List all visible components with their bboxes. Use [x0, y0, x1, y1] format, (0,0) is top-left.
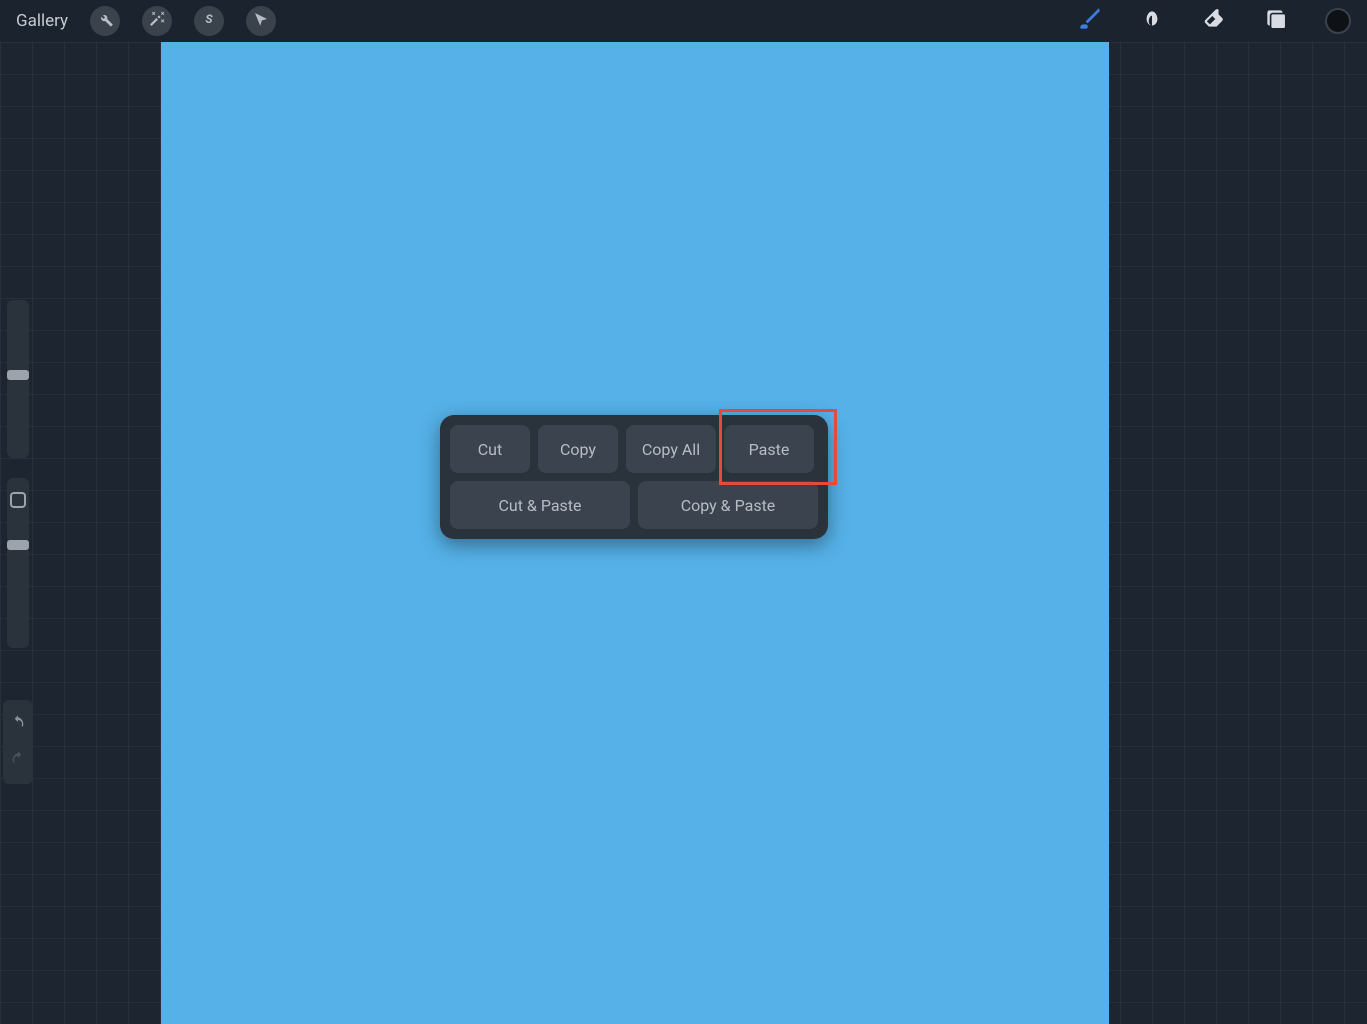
opacity-thumb[interactable]: [7, 540, 29, 550]
selection-icon: S: [200, 10, 218, 32]
actions-button[interactable]: [90, 6, 120, 36]
popup-row-1: Cut Copy Copy All Paste: [450, 425, 818, 473]
wand-icon: [148, 10, 166, 32]
copy-paste-menu: Cut Copy Copy All Paste Cut & Paste Copy…: [440, 415, 828, 539]
brush-tool-button[interactable]: [1077, 6, 1103, 36]
selection-button[interactable]: S: [194, 6, 224, 36]
undo-icon[interactable]: [10, 714, 26, 734]
modify-button[interactable]: [10, 492, 26, 508]
opacity-slider[interactable]: [7, 478, 29, 648]
smudge-tool-button[interactable]: [1139, 6, 1165, 36]
top-toolbar: Gallery S: [0, 0, 1367, 42]
transform-button[interactable]: [246, 6, 276, 36]
copy-and-paste-button[interactable]: Copy & Paste: [638, 481, 818, 529]
left-sidebar: [3, 300, 33, 648]
gallery-button[interactable]: Gallery: [16, 11, 68, 31]
layers-button[interactable]: [1263, 6, 1289, 36]
toolbar-right: [1077, 6, 1351, 36]
brush-size-slider[interactable]: [7, 300, 29, 458]
copy-all-button[interactable]: Copy All: [626, 425, 716, 473]
layers-icon: [1263, 6, 1289, 36]
redo-icon[interactable]: [10, 750, 26, 770]
brush-icon: [1077, 6, 1103, 36]
popup-row-2: Cut & Paste Copy & Paste: [450, 481, 818, 529]
undo-redo-panel: [3, 700, 33, 784]
toolbar-left: Gallery S: [16, 6, 276, 36]
svg-text:S: S: [205, 12, 213, 26]
eraser-icon: [1201, 6, 1227, 36]
paste-button[interactable]: Paste: [724, 425, 814, 473]
arrow-cursor-icon: [252, 10, 270, 32]
adjustments-button[interactable]: [142, 6, 172, 36]
wrench-icon: [96, 10, 114, 32]
copy-button[interactable]: Copy: [538, 425, 618, 473]
smudge-icon: [1139, 6, 1165, 36]
cut-and-paste-button[interactable]: Cut & Paste: [450, 481, 630, 529]
brush-size-thumb[interactable]: [7, 370, 29, 380]
color-picker-button[interactable]: [1325, 8, 1351, 34]
eraser-tool-button[interactable]: [1201, 6, 1227, 36]
cut-button[interactable]: Cut: [450, 425, 530, 473]
